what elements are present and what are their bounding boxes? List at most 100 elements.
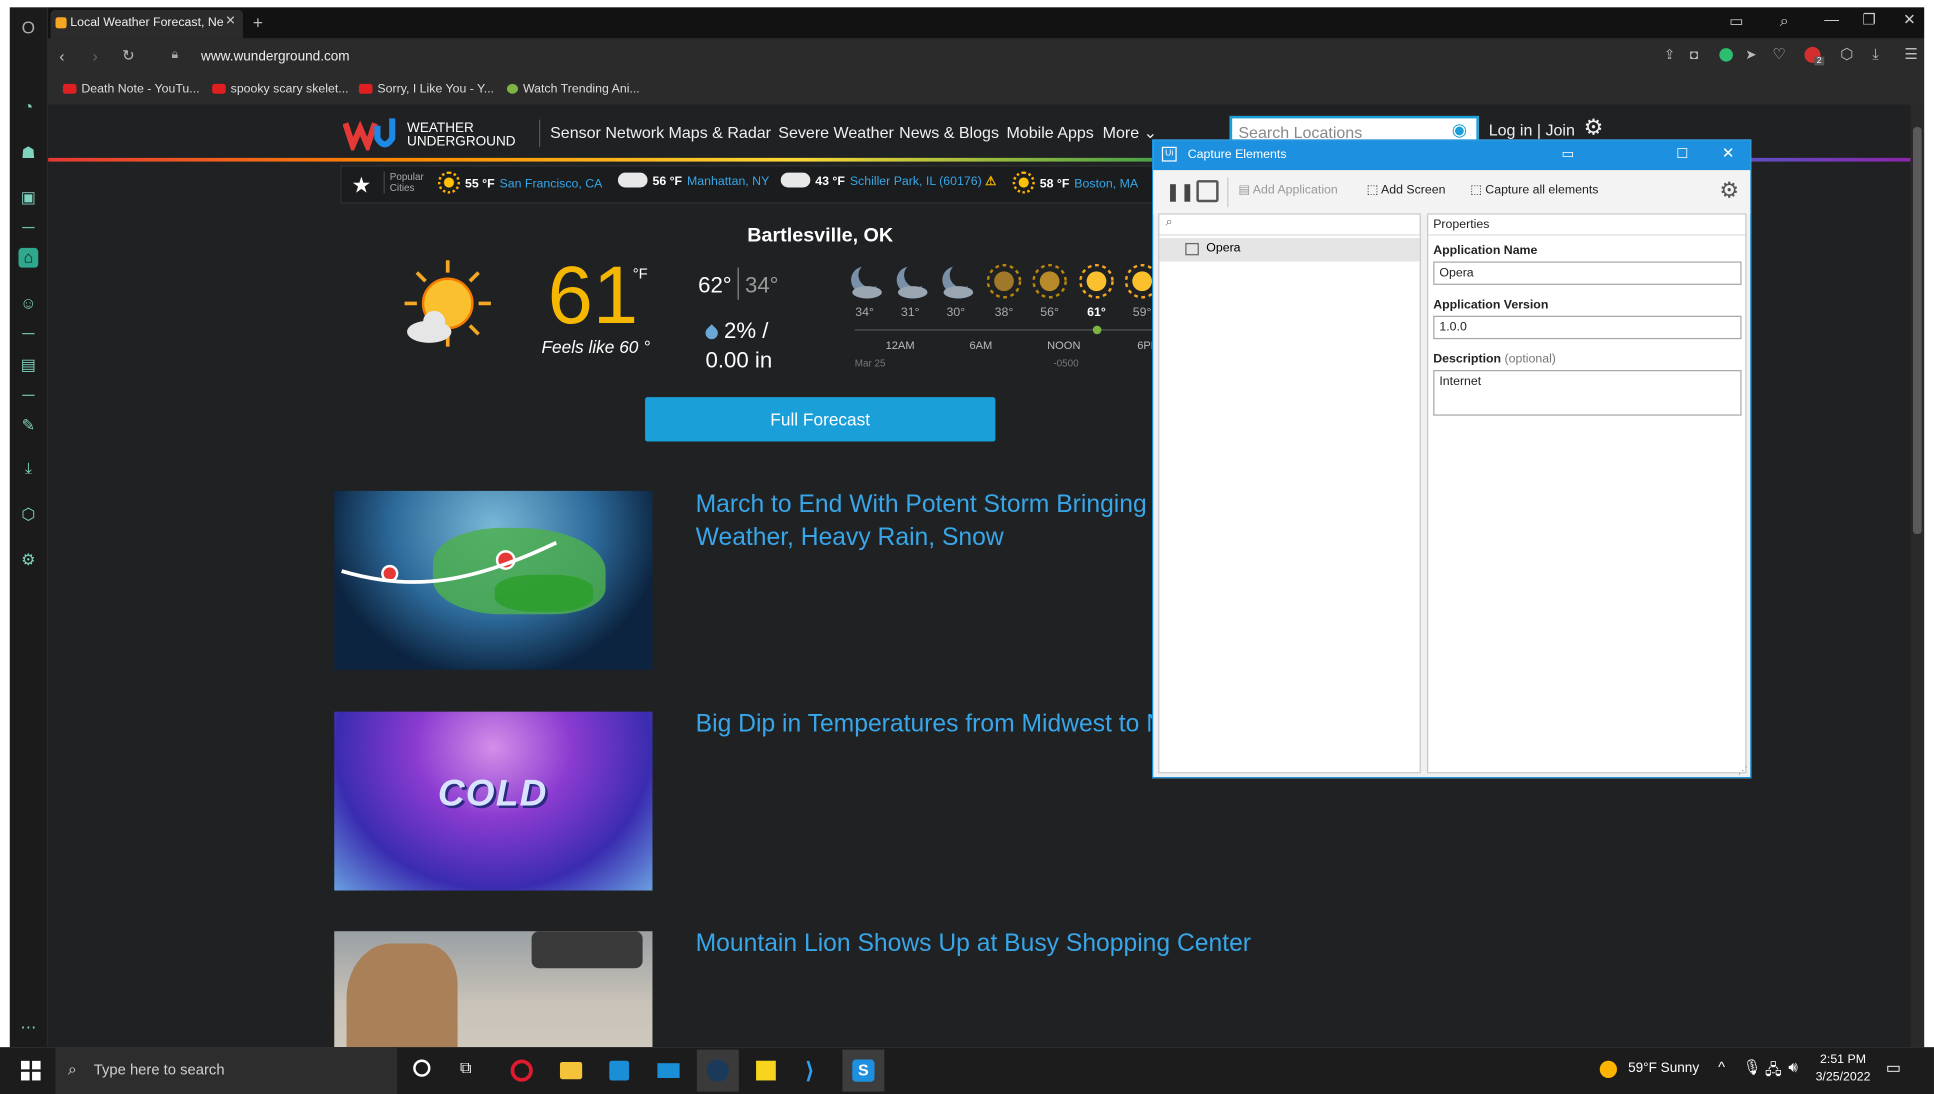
settings-icon[interactable]: ⚙ — [19, 550, 39, 570]
send-icon[interactable]: ➤ — [1745, 47, 1756, 63]
file-explorer-icon[interactable] — [550, 1050, 592, 1092]
vpn-icon[interactable] — [1719, 48, 1733, 62]
back-icon[interactable]: ‹ — [59, 47, 64, 66]
save-icon[interactable] — [1196, 180, 1219, 203]
bookmark-item[interactable]: Death Note - YouTu... — [62, 83, 200, 96]
game-icon[interactable]: ☺ — [19, 294, 39, 314]
microphone-icon[interactable]: 🎙︎ — [1743, 1058, 1762, 1075]
tree-search-input[interactable]: ⌕ — [1159, 215, 1420, 236]
app-name-field[interactable]: Opera — [1433, 261, 1742, 285]
article-title[interactable]: Big Dip in Temperatures from Midwest to … — [696, 708, 1164, 741]
extensions-icon[interactable]: ⬡ — [19, 504, 39, 524]
gear-icon[interactable]: ⚙ — [1584, 115, 1604, 141]
sticky-notes-icon[interactable] — [745, 1050, 787, 1092]
sunny-icon — [437, 171, 461, 194]
resize-grip-icon[interactable]: ⋰ — [1738, 765, 1748, 776]
window-title-bar[interactable]: Ui Capture Elements ▭ ☐ ✕ — [1153, 140, 1751, 171]
app-version-field[interactable]: 1.0.0 — [1433, 315, 1742, 340]
article-title[interactable]: Mountain Lion Shows Up at Busy Shopping … — [696, 928, 1251, 961]
full-forecast-button[interactable]: Full Forecast — [645, 397, 996, 442]
login-link[interactable]: Log in | Join — [1489, 121, 1575, 140]
opera-sidebar: O ◔ ☗ ▣ ⌂ ☺ ▤ ✎ ⤓ ⬡ ⚙ ⋯ — [9, 7, 49, 1048]
extension-icon[interactable]: ⬡ — [1840, 46, 1853, 63]
task-view-icon[interactable]: ⧉ — [460, 1058, 471, 1078]
network-icon[interactable]: 🖧 — [1765, 1058, 1782, 1084]
star-icon[interactable]: ★ — [352, 173, 372, 199]
storm-map-thumbnail[interactable] — [334, 490, 653, 670]
pin-board-icon[interactable]: ✎ — [19, 416, 39, 436]
addr-action-icons[interactable]: ⇪◘ — [1664, 47, 1713, 63]
tab-menu-icon[interactable]: ▭ — [1729, 12, 1743, 29]
speed-dial-icon[interactable]: ◔ — [19, 97, 39, 117]
nav-severe-weather[interactable]: Severe Weather — [778, 123, 894, 142]
nav-maps-radar[interactable]: Maps & Radar — [669, 123, 771, 142]
steam-icon[interactable] — [696, 1049, 739, 1092]
cold-label: COLD — [437, 773, 548, 815]
article-title[interactable]: March to End With Potent Storm Bringing … — [696, 488, 1174, 555]
element-tree-panel: ⌕ Opera — [1158, 213, 1421, 774]
new-tab-icon[interactable]: + — [253, 12, 263, 32]
nav-sensor-network[interactable]: Sensor Network — [550, 123, 664, 142]
tab-weather[interactable]: Local Weather Forecast, Ne ✕ — [50, 9, 243, 39]
close-icon[interactable]: ✕ — [1722, 144, 1734, 161]
download-icon[interactable]: ⤓ — [1872, 46, 1879, 65]
home-icon[interactable]: ⌂ — [18, 247, 39, 268]
maximize-icon[interactable]: ☐ — [1676, 146, 1688, 162]
wu-logo-icon[interactable] — [342, 113, 402, 155]
add-application-button[interactable]: ▤ Add Application — [1238, 184, 1337, 198]
taskbar-search-input[interactable]: ⌕ Type here to search — [55, 1047, 398, 1094]
twitch-icon[interactable]: ▣ — [19, 187, 39, 207]
clock[interactable]: 2:51 PM 3/25/2022 — [1816, 1052, 1871, 1087]
add-screen-button[interactable]: ⬚ Add Screen — [1367, 184, 1446, 198]
windows-start-icon[interactable] — [20, 1060, 41, 1081]
close-window-icon[interactable]: ✕ — [1903, 11, 1915, 28]
bookmark-item[interactable]: Watch Trending Ani... — [506, 83, 640, 96]
nav-mobile-apps[interactable]: Mobile Apps — [1006, 123, 1093, 142]
page-scrollbar[interactable] — [1910, 104, 1925, 1048]
scrollbar-thumb[interactable] — [1913, 127, 1922, 535]
adblock-badge: 2 — [1814, 56, 1825, 66]
popular-city[interactable]: 56 °F Manhattan, NY — [617, 172, 769, 189]
popular-city[interactable]: 55 °F San Francisco, CA — [437, 171, 602, 194]
description-field[interactable]: Internet — [1433, 370, 1742, 416]
opera-logo-icon[interactable]: O — [19, 17, 39, 37]
popular-city[interactable]: 58 °F Boston, MA — [1012, 171, 1138, 194]
pause-icon[interactable]: ❚❚ — [1166, 181, 1195, 202]
notifications-icon[interactable]: ▭ — [1886, 1058, 1901, 1078]
store-icon[interactable] — [598, 1050, 640, 1092]
nav-more[interactable]: More ⌄ — [1103, 123, 1157, 143]
locate-icon[interactable]: ◉ — [1452, 120, 1467, 141]
bookmarks-bar: Death Note - YouTu... spooky scary skele… — [48, 75, 1925, 105]
mountain-lion-thumbnail[interactable] — [334, 931, 653, 1048]
mail-icon[interactable] — [648, 1050, 690, 1092]
uipath-studio-icon[interactable]: S — [842, 1049, 885, 1092]
forward-icon[interactable]: › — [93, 47, 98, 66]
close-tab-icon[interactable]: ✕ — [225, 15, 235, 29]
cold-map-thumbnail[interactable]: COLD — [334, 711, 653, 891]
heart-icon[interactable]: ♡ — [1772, 46, 1785, 63]
popular-city[interactable]: 43 °F Schiller Park, IL (60176) ⚠ — [780, 172, 996, 189]
restore-icon[interactable]: ❐ — [1862, 11, 1875, 28]
capture-all-button[interactable]: ⬚ Capture all elements — [1470, 184, 1598, 198]
wallet-icon[interactable]: ▤ — [19, 355, 39, 375]
bookmark-item[interactable]: Sorry, I Like You - Y... — [358, 83, 494, 96]
reload-icon[interactable]: ↻ — [122, 47, 134, 64]
downloads-icon[interactable]: ⤓ — [19, 459, 39, 479]
search-tabs-icon[interactable]: ⌕ — [1780, 11, 1789, 31]
volume-icon[interactable]: 🔊︎ — [1788, 1058, 1797, 1077]
snap-icon[interactable]: ▭ — [1561, 146, 1574, 162]
taskbar-weather[interactable]: 59°F Sunny — [1628, 1061, 1699, 1076]
more-icon[interactable]: ⋯ — [19, 1018, 39, 1038]
url-field[interactable]: www.wunderground.com — [201, 49, 350, 64]
cortana-icon[interactable] — [413, 1059, 431, 1077]
easy-setup-icon[interactable]: ☰ — [1904, 46, 1917, 63]
tray-chevron-icon[interactable]: ^ — [1718, 1058, 1725, 1075]
tree-item-opera[interactable]: Opera — [1159, 238, 1420, 262]
nav-news-blogs[interactable]: News & Blogs — [899, 123, 999, 142]
settings-gear-icon[interactable]: ⚙ — [1719, 178, 1739, 204]
bookmark-item[interactable]: spooky scary skelet... — [212, 83, 349, 96]
minimize-icon[interactable]: — — [1824, 11, 1839, 28]
vscode-icon[interactable]: ⟩ — [794, 1050, 836, 1092]
opera-taskbar-icon[interactable] — [501, 1050, 543, 1092]
ai-assistant-icon[interactable]: ☗ — [19, 143, 39, 163]
